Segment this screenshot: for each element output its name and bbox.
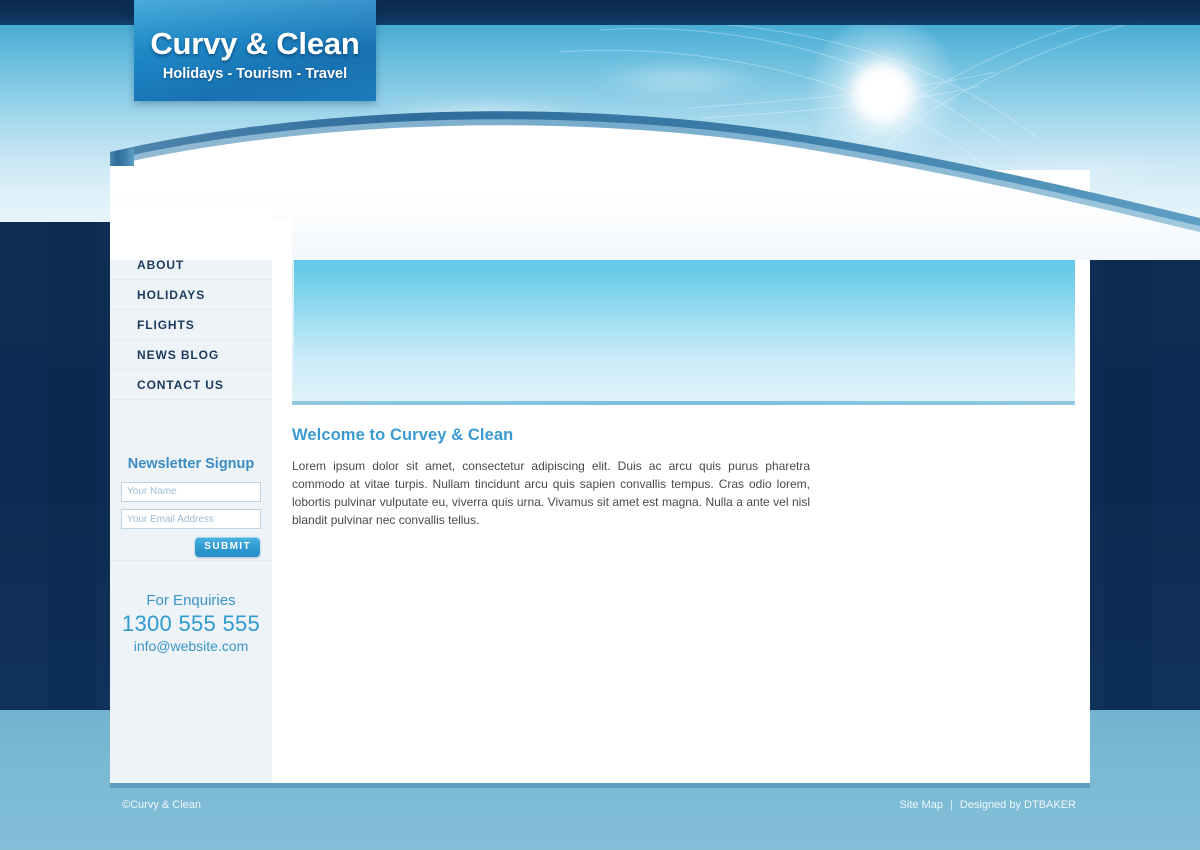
footer-link-separator: |: [949, 799, 953, 811]
footer-copyright: ©Curvy & Clean: [122, 799, 202, 811]
footer-links: Site Map | Designed by DTBAKER: [900, 799, 1076, 811]
main-navigation: HOME ABOUT HOLIDAYS FLIGHTS NEWS BLOG CO…: [110, 220, 272, 400]
site-logo[interactable]: Curvy & Clean Holidays - Tourism - Trave…: [134, 0, 376, 101]
hero-banner-underline: [292, 401, 1075, 405]
sidebar-item-home[interactable]: HOME: [110, 220, 272, 250]
sidebar-item-holidays[interactable]: HOLIDAYS: [110, 280, 272, 310]
content-container: HOME ABOUT HOLIDAYS FLIGHTS NEWS BLOG CO…: [110, 170, 1090, 783]
enquiries-block: For Enquiries 1300 555 555 info@website.…: [110, 592, 272, 654]
newsletter-submit-row: SUBMIT: [121, 536, 261, 557]
welcome-section: Welcome to Curvey & Clean Lorem ipsum do…: [292, 426, 810, 529]
sidebar-item-contact-us[interactable]: CONTACT US: [110, 370, 272, 400]
sidebar-item-news-blog[interactable]: NEWS BLOG: [110, 340, 272, 370]
newsletter-signup-form: Newsletter Signup SUBMIT: [110, 446, 272, 571]
footer-credit: Designed by DTBAKER: [959, 799, 1076, 811]
footer: ©Curvy & Clean Site Map | Designed by DTBA…: [110, 796, 1090, 818]
sidebar-item-flights[interactable]: FLIGHTS: [110, 310, 272, 340]
footer-site-map-link[interactable]: Site Map: [900, 799, 943, 811]
enquiries-email[interactable]: info@website.com: [110, 638, 272, 654]
main-content: Welcome to Curvey & Clean Lorem ipsum do…: [272, 170, 1090, 783]
page-root: Curvy & Clean Holidays - Tourism - Trave…: [0, 0, 1200, 850]
content-surface: HOME ABOUT HOLIDAYS FLIGHTS NEWS BLOG CO…: [110, 170, 1090, 783]
enquiries-phone[interactable]: 1300 555 555: [110, 611, 272, 637]
newsletter-submit-button[interactable]: SUBMIT: [195, 537, 260, 557]
logo-title: Curvy & Clean: [150, 26, 360, 61]
logo-subtitle: Holidays - Tourism - Travel: [162, 66, 348, 82]
sidebar: HOME ABOUT HOLIDAYS FLIGHTS NEWS BLOG CO…: [110, 170, 272, 783]
enquiries-label: For Enquiries: [146, 592, 236, 609]
hero-banner-image: [292, 198, 1075, 403]
sidebar-divider: [110, 560, 272, 561]
newsletter-email-input[interactable]: [121, 509, 261, 529]
page-title: Welcome to Curvey & Clean: [292, 426, 514, 444]
newsletter-name-input[interactable]: [121, 481, 261, 502]
footer-separator: [110, 783, 1090, 788]
sidebar-item-about[interactable]: ABOUT: [110, 250, 272, 280]
newsletter-title: Newsletter Signup: [127, 456, 255, 472]
welcome-body-text: Lorem ipsum dolor sit amet, consectetur …: [292, 459, 810, 527]
